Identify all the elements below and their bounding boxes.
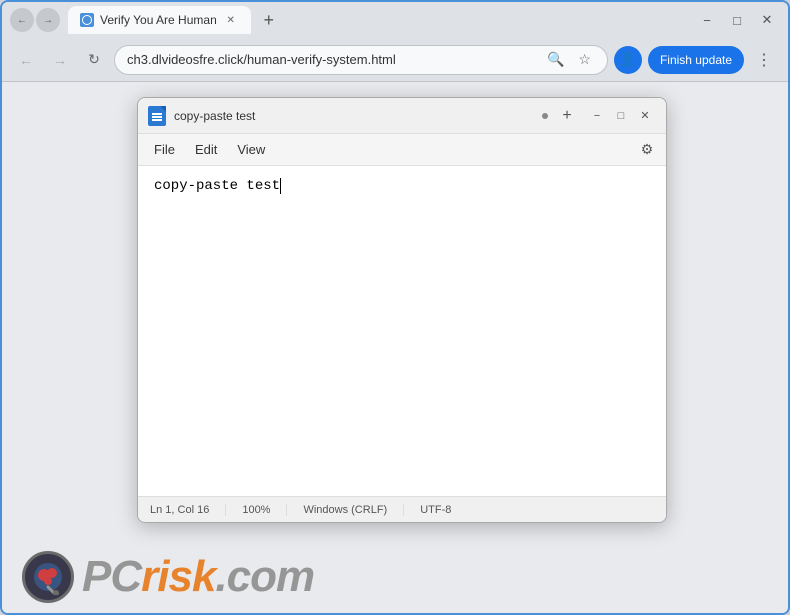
profile-icon[interactable]: 👤 [614,46,642,74]
menu-file[interactable]: File [144,138,185,161]
bookmark-icon-btn[interactable]: ☆ [574,49,595,70]
page-content: copy-paste test + − □ ✕ File Edit View ⚙ [2,82,788,613]
pcrisk-suffix: .com [215,552,314,601]
browser-maximize-btn[interactable]: □ [724,7,750,33]
browser-window-controls: − □ ✕ [694,7,780,33]
refresh-btn[interactable]: ↻ [80,46,108,74]
notepad-maximize-btn[interactable]: □ [610,105,632,127]
status-position: Ln 1, Col 16 [150,504,226,516]
pcrisk-risk: risk [141,552,215,601]
browser-forward-btn[interactable]: → [36,8,60,32]
finish-update-btn[interactable]: Finish update [648,46,744,74]
status-encoding: UTF-8 [420,504,467,516]
tab-favicon-icon [80,13,94,27]
status-zoom: 100% [242,504,287,516]
notepad-icon [148,106,166,126]
tab-title: Verify You Are Human [100,13,217,27]
search-icon-btn[interactable]: 🔍 [543,49,568,70]
more-menu-btn[interactable]: ⋮ [750,46,778,74]
forward-btn[interactable]: → [46,46,74,74]
active-tab[interactable]: Verify You Are Human ✕ [68,6,251,34]
address-bar: ← → ↻ ch3.dlvideosfre.click/human-verify… [2,38,788,82]
notepad-win-controls: − □ ✕ [586,105,656,127]
notepad-statusbar: Ln 1, Col 16 100% Windows (CRLF) UTF-8 [138,496,666,522]
notepad-settings-btn[interactable]: ⚙ [634,137,660,163]
pcrisk-pc: PC [82,552,141,601]
notepad-titlebar: copy-paste test + − □ ✕ [138,98,666,134]
menu-edit[interactable]: Edit [185,138,227,161]
notepad-new-tab-btn[interactable]: + [556,105,578,127]
back-btn[interactable]: ← [12,46,40,74]
new-tab-btn[interactable]: + [255,6,283,34]
notepad-menu-bar: File Edit View ⚙ [138,134,666,166]
status-line-ending: Windows (CRLF) [303,504,404,516]
notepad-editor[interactable]: copy-paste test [138,166,666,496]
notepad-title: copy-paste test [174,109,534,123]
pcrisk-text: PCrisk.com [82,555,314,599]
tab-close-btn[interactable]: ✕ [223,12,239,28]
url-text: ch3.dlvideosfre.click/human-verify-syste… [127,52,537,67]
browser-window: ← → Verify You Are Human ✕ + − □ ✕ ← → ↻… [0,0,790,615]
pcrisk-watermark: PCrisk.com [22,551,314,603]
tab-bar: ← → Verify You Are Human ✕ + [10,6,688,34]
notepad-modified-dot [542,113,548,119]
menu-view[interactable]: View [227,138,275,161]
browser-back-btn[interactable]: ← [10,8,34,32]
pcrisk-logo-icon [22,551,74,603]
title-bar: ← → Verify You Are Human ✕ + − □ ✕ [2,2,788,38]
editor-text: copy-paste test [154,178,281,194]
notepad-close-btn[interactable]: ✕ [634,105,656,127]
notepad-minimize-btn[interactable]: − [586,105,608,127]
url-bar[interactable]: ch3.dlvideosfre.click/human-verify-syste… [114,45,608,75]
notepad-window: copy-paste test + − □ ✕ File Edit View ⚙ [137,97,667,523]
browser-minimize-btn[interactable]: − [694,7,720,33]
text-cursor [280,178,281,194]
browser-close-btn[interactable]: ✕ [754,7,780,33]
